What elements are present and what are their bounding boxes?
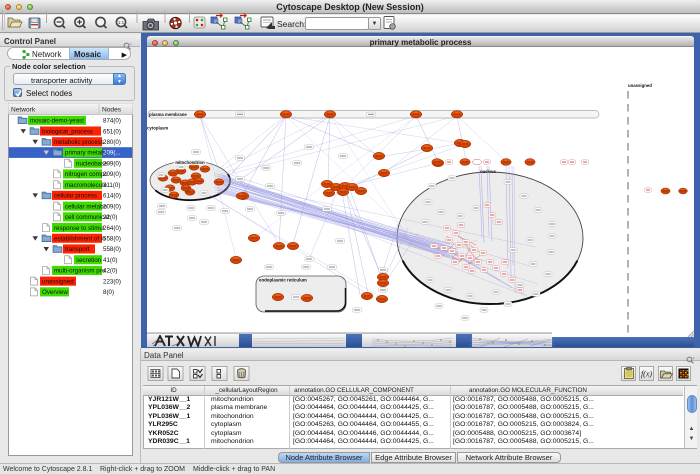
svg-text:558(0): 558(0)	[103, 246, 121, 253]
svg-text:8(0): 8(0)	[103, 289, 114, 296]
svg-text:macromolecule: macromolecule	[65, 182, 108, 189]
svg-text:transport: transport	[65, 246, 90, 253]
svg-text:cellular metabo: cellular metabo	[65, 203, 108, 210]
svg-text:223(0): 223(0)	[103, 278, 121, 285]
svg-text:209(...: 209(...	[103, 150, 121, 157]
svg-text:unassigned: unassigned	[628, 83, 652, 88]
svg-text:mosaic-demo-yeast: mosaic-demo-yeast	[30, 118, 84, 125]
svg-text:42(0): 42(0)	[103, 268, 117, 275]
svg-text:209(0): 209(0)	[103, 171, 121, 178]
svg-text:Overview: Overview	[42, 289, 68, 296]
svg-text:311(0): 311(0)	[103, 182, 120, 189]
svg-text:secretion: secretion	[76, 257, 102, 264]
svg-text:biological_process: biological_process	[42, 128, 93, 135]
svg-text:22(0): 22(0)	[103, 214, 117, 221]
svg-text:cytoplasm: cytoplasm	[147, 126, 168, 131]
svg-text:multi-organism pro: multi-organism pro	[54, 268, 106, 275]
svg-text:558(0): 558(0)	[103, 236, 121, 243]
svg-text:metabolic process: metabolic process	[54, 139, 104, 146]
svg-text:280(0): 280(0)	[103, 139, 121, 146]
svg-text:mitochondrion: mitochondrion	[175, 160, 205, 165]
svg-text:endoplasmic reticulum: endoplasmic reticulum	[259, 278, 307, 283]
svg-text:651(0): 651(0)	[103, 128, 121, 135]
svg-text:41(0): 41(0)	[103, 257, 117, 264]
svg-text:nitrogen compo: nitrogen compo	[65, 171, 108, 178]
svg-text:Network: Network	[11, 107, 36, 114]
svg-text:unassigned: unassigned	[42, 278, 74, 285]
svg-text:plasma membrane: plasma membrane	[149, 112, 187, 117]
svg-text:Nodes: Nodes	[102, 107, 122, 114]
svg-text:874(0): 874(0)	[103, 118, 121, 125]
svg-text:614(0): 614(0)	[103, 193, 121, 200]
svg-text:264(0): 264(0)	[103, 225, 121, 232]
svg-text:response to stimul: response to stimul	[54, 225, 104, 232]
svg-text:1:1: 1:1	[118, 20, 125, 25]
svg-text:209(0): 209(0)	[103, 203, 121, 210]
svg-text:209(0): 209(0)	[103, 160, 121, 167]
svg-text:f(x): f(x)	[641, 370, 652, 379]
svg-text:primary metabo: primary metabo	[65, 150, 109, 157]
svg-text:nucleus: nucleus	[480, 169, 496, 174]
svg-text:cellular process: cellular process	[54, 193, 97, 200]
svg-text:establishment of lo: establishment of lo	[54, 236, 106, 243]
